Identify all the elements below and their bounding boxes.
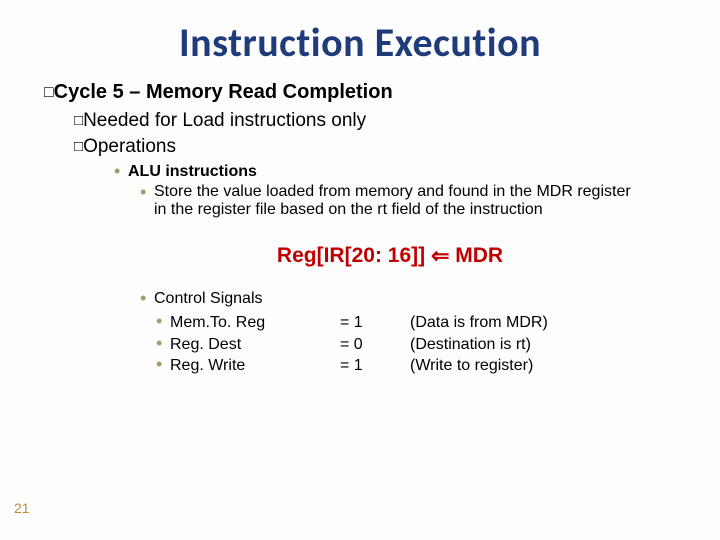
alu-detail: Store the value loaded from memory and f… <box>154 183 634 219</box>
signal-row: • Reg. Dest = 0 (Destination is rt) <box>156 334 680 356</box>
signal-name: Mem.To. Reg <box>170 312 340 334</box>
signal-value: = 1 <box>340 312 410 334</box>
dot-bullet-icon: • <box>140 183 154 201</box>
signal-note: (Data is from MDR) <box>410 312 548 334</box>
dot-bullet-icon: • <box>156 355 170 377</box>
slide-title: Instruction Execution <box>40 18 680 67</box>
cycle-label: Cycle 5 <box>54 81 124 103</box>
square-bullet-icon: □ <box>44 84 54 101</box>
slide: Instruction Execution □Cycle 5 – Memory … <box>0 0 720 540</box>
signal-name: Reg. Dest <box>170 334 340 356</box>
bullet-needed: □Needed for Load instructions only <box>74 110 680 132</box>
signal-name: Reg. Write <box>170 355 340 377</box>
page-number: 21 <box>14 500 30 516</box>
needed-text: Needed for Load instructions only <box>83 110 366 131</box>
bullet-control-signals: •Control Signals <box>140 289 680 308</box>
signal-row: • Reg. Write = 1 (Write to register) <box>156 355 680 377</box>
square-bullet-icon: □ <box>74 112 83 129</box>
signal-value: = 0 <box>340 334 410 356</box>
bullet-operations: □Operations <box>74 136 680 158</box>
signal-note: (Destination is rt) <box>410 334 531 356</box>
signal-note: (Write to register) <box>410 355 533 377</box>
square-bullet-icon: □ <box>74 138 83 155</box>
bullet-alu-detail-row: •Store the value loaded from memory and … <box>140 183 680 219</box>
operations-label: Operations <box>83 136 176 157</box>
dot-bullet-icon: • <box>140 289 154 307</box>
formula: Reg[IR[20: 16]] ⇐ MDR <box>100 243 680 269</box>
formula-lhs: Reg[IR[20: 16]] <box>277 244 425 267</box>
cycle-desc: – Memory Read Completion <box>129 81 392 103</box>
dot-bullet-icon: • <box>156 312 170 334</box>
dot-bullet-icon: • <box>114 162 128 180</box>
signal-row: • Mem.To. Reg = 1 (Data is from MDR) <box>156 312 680 334</box>
alu-label: ALU instructions <box>128 163 257 180</box>
signals-label: Control Signals <box>154 290 263 307</box>
formula-rhs: MDR <box>455 244 503 267</box>
left-arrow-icon: ⇐ <box>431 243 449 268</box>
bullet-alu: •ALU instructions <box>114 162 680 181</box>
signal-value: = 1 <box>340 355 410 377</box>
dot-bullet-icon: • <box>156 334 170 356</box>
bullet-cycle: □Cycle 5 – Memory Read Completion <box>44 81 680 104</box>
